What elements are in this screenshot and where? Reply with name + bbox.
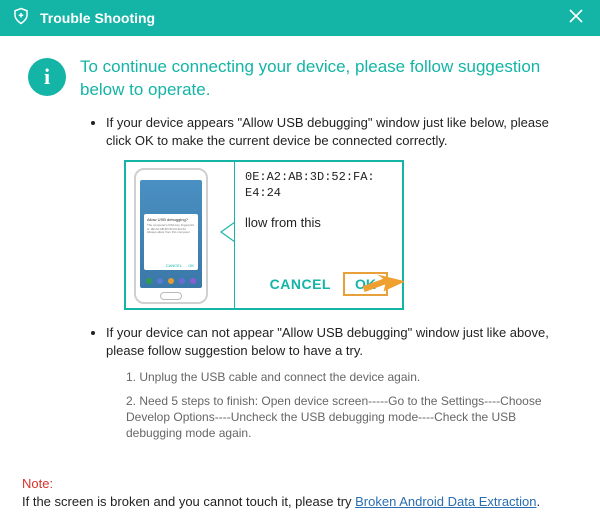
step-2: 2. Need 5 steps to finish: Open device s… bbox=[126, 393, 568, 442]
titlebar: Trouble Shooting bbox=[0, 0, 600, 36]
phone-ok: OK bbox=[188, 263, 194, 268]
titlebar-left: Trouble Shooting bbox=[12, 7, 155, 30]
panel-partial-text: llow from this bbox=[245, 215, 392, 230]
intro-text: To continue connecting your device, plea… bbox=[80, 56, 568, 102]
note-text-after: . bbox=[537, 494, 541, 509]
phone-mockup: Allow USB debugging? The computer's RSA … bbox=[134, 168, 208, 304]
phone-dialog-body: The computer's RSA key fingerprint is: 0… bbox=[147, 224, 195, 235]
instruction-item-2: If your device can not appear "Allow USB… bbox=[106, 324, 562, 360]
content-area: i To continue connecting your device, pl… bbox=[0, 36, 600, 529]
mac-line-1: 0E:A2:AB:3D:52:FA: bbox=[245, 170, 375, 184]
broken-android-link[interactable]: Broken Android Data Extraction bbox=[355, 494, 536, 509]
troubleshooting-dialog: Trouble Shooting i To continue connectin… bbox=[0, 0, 600, 529]
sub-steps: 1. Unplug the USB cable and connect the … bbox=[126, 369, 568, 442]
shield-icon bbox=[12, 7, 30, 30]
step-1: 1. Unplug the USB cable and connect the … bbox=[126, 369, 568, 385]
instruction-list-2: If your device can not appear "Allow USB… bbox=[106, 324, 568, 360]
dialog-title: Trouble Shooting bbox=[40, 10, 155, 26]
close-button[interactable] bbox=[564, 6, 588, 30]
usb-debugging-illustration: Allow USB debugging? The computer's RSA … bbox=[124, 160, 404, 310]
instruction-item-1: If your device appears "Allow USB debugg… bbox=[106, 114, 562, 150]
info-icon: i bbox=[28, 58, 66, 96]
phone-dialog-title: Allow USB debugging? bbox=[147, 217, 195, 222]
phone-cancel: CANCEL bbox=[166, 263, 182, 268]
intro-row: i To continue connecting your device, pl… bbox=[28, 56, 568, 102]
zoom-panel: 0E:A2:AB:3D:52:FA: E4:24 llow from this … bbox=[234, 162, 402, 308]
note-label: Note: bbox=[22, 476, 53, 491]
note-text-before: If the screen is broken and you cannot t… bbox=[22, 494, 355, 509]
close-icon bbox=[569, 9, 583, 28]
arrow-icon bbox=[362, 267, 404, 300]
footer-note: Note: If the screen is broken and you ca… bbox=[22, 475, 572, 511]
instruction-list: If your device appears "Allow USB debugg… bbox=[106, 114, 568, 150]
cancel-label: CANCEL bbox=[270, 276, 331, 292]
mac-line-2: E4:24 bbox=[245, 186, 281, 200]
